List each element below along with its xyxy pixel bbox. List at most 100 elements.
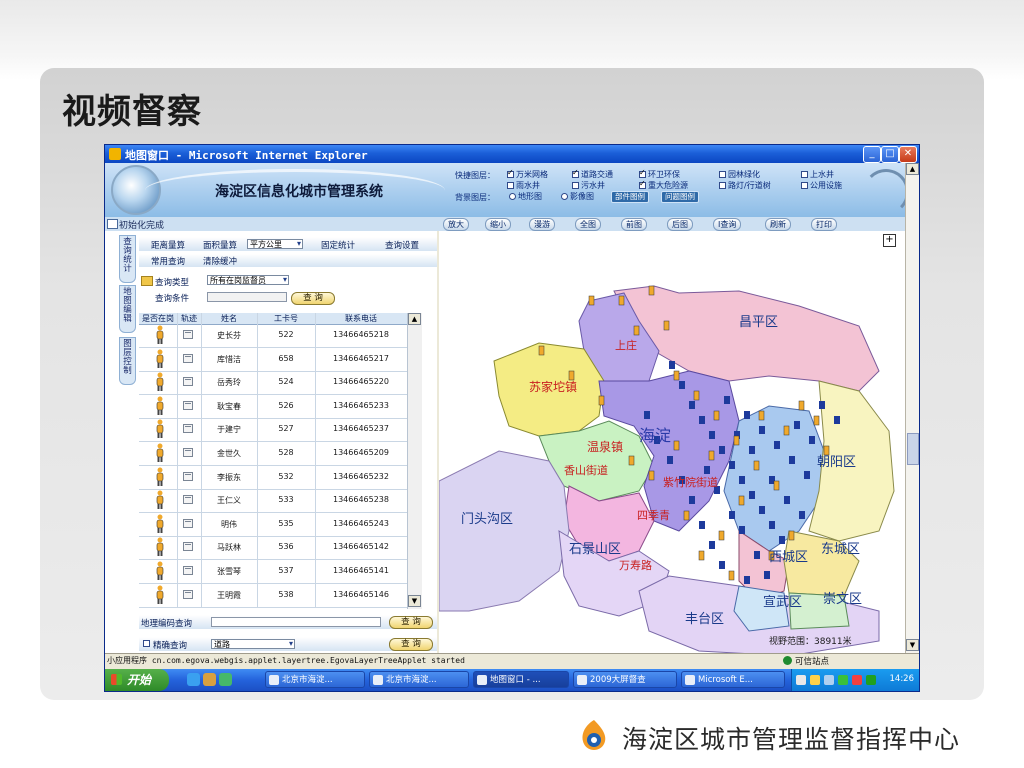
map-view[interactable]: 昌平区 朝阳区 门头沟区 石景山区 西城区 东城区 宣武区 崇文区 丰台区 苏家… (439, 231, 905, 667)
exact-query-checkbox[interactable] (143, 640, 150, 647)
track-icon[interactable] (183, 353, 193, 363)
layer-checkbox-sanitation[interactable] (639, 168, 646, 178)
ie-scroll-down[interactable]: ▼ (906, 639, 919, 651)
clear-buffer-button[interactable]: 清除缓冲 (203, 255, 237, 267)
taskbar-item[interactable]: 北京市海淀... (369, 671, 469, 688)
geocode-query-button[interactable]: 查 询 (389, 616, 433, 629)
label-xiangshan: 香山街道 (564, 463, 608, 477)
distance-measure-button[interactable]: 距离量算 (151, 239, 185, 251)
layer-checkbox-rain-well[interactable] (507, 182, 514, 189)
layer-checkbox-grid[interactable] (507, 168, 514, 178)
taskbar-item[interactable]: Microsoft E... (681, 671, 785, 688)
query-settings-button[interactable]: 查询设置 (385, 239, 419, 251)
query-button[interactable]: 查 询 (291, 292, 335, 305)
layer-checkbox-streetlight[interactable] (719, 182, 726, 189)
radio-imagery[interactable] (561, 193, 568, 200)
minimize-button[interactable]: _ (863, 146, 881, 163)
label-dongcheng: 东城区 (821, 542, 860, 557)
ie-titlebar[interactable]: 地图窗口 - Microsoft Internet Explorer _ □ ✕ (105, 145, 919, 163)
geocode-input[interactable] (211, 617, 381, 627)
fixed-stats-button[interactable]: 固定统计 (321, 239, 355, 251)
app-tray-icon[interactable] (866, 675, 876, 685)
help-icon[interactable] (810, 675, 820, 685)
tab-query-stats[interactable]: 查询统计 (119, 235, 136, 283)
ie-quicklaunch-icon[interactable] (187, 673, 200, 686)
taskbar-item[interactable]: 北京市海淀... (265, 671, 365, 688)
system-tray: 14:26 (791, 669, 919, 691)
exact-query-button[interactable]: 查 询 (389, 638, 433, 651)
ie-scroll-thumb[interactable] (907, 433, 919, 465)
tab-map-edit[interactable]: 地图编辑 (119, 285, 136, 333)
zoom-out-button[interactable]: 缩小 (485, 218, 511, 231)
alert-icon[interactable] (852, 675, 862, 685)
radio-terrain[interactable] (509, 193, 516, 200)
table-row[interactable]: 库惜洁 658 13466465217 (139, 348, 421, 372)
previous-view-button[interactable]: 前图 (621, 218, 647, 231)
full-extent-button[interactable]: 全图 (575, 218, 601, 231)
person-icon (156, 585, 164, 604)
table-row[interactable]: 李振东 532 13466465232 (139, 466, 421, 490)
maximize-button[interactable]: □ (881, 146, 899, 163)
track-icon[interactable] (183, 589, 193, 599)
ie-scrollbar[interactable]: ▲ ▼ (905, 163, 919, 667)
table-scrollbar[interactable]: ▲ ▼ (407, 313, 422, 609)
close-button[interactable]: ✕ (899, 146, 917, 163)
layer-checkbox-sewage-well[interactable] (572, 182, 579, 189)
layer-checkbox-water-well[interactable] (801, 171, 808, 178)
track-icon[interactable] (183, 518, 193, 528)
identify-button[interactable]: I查询 (713, 218, 742, 231)
issue-legend-button[interactable]: 问题图例 (661, 191, 699, 203)
desktop-quicklaunch-icon[interactable] (219, 673, 232, 686)
track-icon[interactable] (183, 471, 193, 481)
table-row[interactable]: 王仁义 533 13466465238 (139, 489, 421, 514)
query-condition-input[interactable] (207, 292, 287, 302)
map-expand-button[interactable]: + (883, 234, 896, 247)
row-name: 库惜洁 (217, 354, 241, 364)
scroll-down-button[interactable]: ▼ (408, 595, 421, 607)
row-name: 岳秀玲 (217, 378, 241, 388)
layer-checkbox-public-facility[interactable] (801, 182, 808, 189)
table-row[interactable]: 马跃林 536 13466465142 (139, 536, 421, 561)
query-content: 距离量算 面积量算 平方公里 固定统计 查询设置 常用查询 清除缓冲 查询类型 … (139, 231, 437, 667)
volume-icon[interactable] (824, 675, 834, 685)
component-legend-button[interactable]: 部件图例 (611, 191, 649, 203)
common-query-button[interactable]: 常用查询 (151, 255, 185, 267)
ie-scroll-up[interactable]: ▲ (906, 163, 919, 175)
track-icon[interactable] (183, 448, 193, 457)
track-icon[interactable] (183, 424, 193, 434)
track-icon[interactable] (183, 566, 193, 575)
track-icon[interactable] (183, 495, 193, 505)
tab-layer-control[interactable]: 图层控制 (119, 337, 136, 385)
layer-checkbox-greening[interactable] (719, 171, 726, 178)
folder-quicklaunch-icon[interactable] (203, 673, 216, 686)
network-icon[interactable] (796, 675, 806, 685)
track-icon[interactable] (183, 330, 193, 339)
track-icon[interactable] (183, 377, 193, 387)
table-row[interactable]: 史长芬 522 13466465218 (139, 324, 421, 348)
zoom-in-button[interactable]: 放大 (443, 218, 469, 231)
table-row[interactable]: 金世久 528 13466465209 (139, 442, 421, 466)
track-icon[interactable] (183, 542, 193, 552)
taskbar-item[interactable]: 2009大屏督查 (573, 671, 677, 688)
unit-select[interactable]: 平方公里 (247, 239, 303, 249)
next-view-button[interactable]: 后图 (667, 218, 693, 231)
table-row[interactable]: 张雪琴 537 13466465141 (139, 560, 421, 584)
print-button[interactable]: 打印 (811, 218, 837, 231)
table-row[interactable]: 岳秀玲 524 13466465220 (139, 371, 421, 396)
table-row[interactable]: 于建宁 527 13466465237 (139, 418, 421, 443)
layer-checkbox-hazard[interactable] (639, 179, 646, 189)
refresh-button[interactable]: 刷新 (765, 218, 791, 231)
table-row[interactable]: 王明霞 538 13466465146 (139, 584, 421, 608)
pan-button[interactable]: 漫游 (529, 218, 555, 231)
scroll-up-button[interactable]: ▲ (408, 313, 421, 325)
track-icon[interactable] (183, 400, 193, 410)
security-icon[interactable] (838, 675, 848, 685)
table-row[interactable]: 耿宝春 526 13466465233 (139, 395, 421, 419)
row-phone: 13466465146 (333, 589, 389, 599)
taskbar-item-active[interactable]: 地图窗口 - ... (473, 671, 569, 688)
exact-query-select[interactable]: 道路 (211, 639, 295, 649)
layer-checkbox-traffic[interactable] (572, 168, 579, 178)
query-type-select[interactable]: 所有在岗监督员 (207, 275, 289, 285)
area-measure-button[interactable]: 面积量算 (203, 239, 237, 251)
table-row[interactable]: 明伟 535 13466465243 (139, 513, 421, 537)
